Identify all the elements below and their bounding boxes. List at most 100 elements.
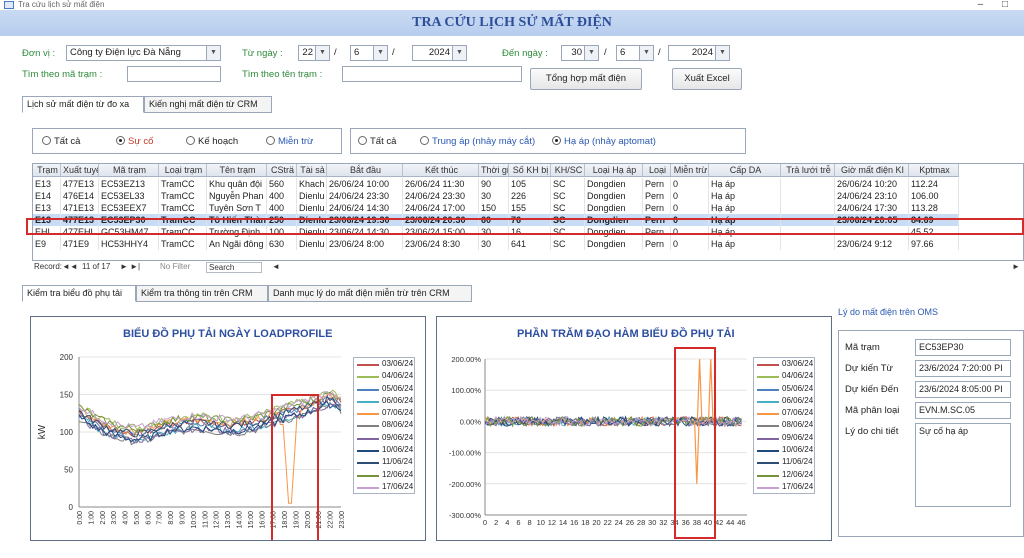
column-header[interactable]: Giờ mất điện KI — [835, 164, 909, 176]
legend-item: 04/06/24 — [754, 370, 814, 382]
from-month-select[interactable]: 6 ▼ — [350, 45, 388, 61]
table-cell: Khu quân đội — [207, 178, 267, 190]
table-row[interactable]: E9 471E9 HC53HHY4 TramCC An Ngãi đông 630 Dien… — [33, 238, 959, 250]
oms-detail-value[interactable]: Sự cố hạ áp — [915, 423, 1011, 507]
app-icon — [4, 1, 14, 9]
to-year-select[interactable]: 2024 ▼ — [668, 45, 730, 61]
column-header[interactable]: KH/SC — [551, 164, 585, 176]
column-header[interactable]: Trạm — [33, 164, 61, 176]
column-header[interactable]: Tài sả — [297, 164, 327, 176]
column-header[interactable]: Loại — [643, 164, 671, 176]
column-header[interactable]: Cấp DA — [709, 164, 781, 176]
chevron-down-icon[interactable]: ▼ — [373, 46, 387, 60]
radio-circle[interactable] — [116, 136, 125, 145]
radio-all-type[interactable]: Tất cả — [42, 136, 80, 147]
column-header[interactable]: Loại trạm — [159, 164, 207, 176]
column-header[interactable]: Trả lưới trễ — [781, 164, 835, 176]
unit-select[interactable]: Công ty Điện lực Đà Nẵng ▼ — [66, 45, 221, 61]
y-tick-label: 150 — [60, 391, 74, 400]
radio-circle[interactable] — [420, 136, 429, 145]
table-row[interactable]: E14 476E14 EC53EL33 TramCC Nguyễn Phan 400 Die… — [33, 190, 959, 202]
table-cell: 471E13 — [61, 202, 99, 214]
column-header[interactable]: Mã trạm — [99, 164, 159, 176]
column-header[interactable]: Loại Hạ áp — [585, 164, 643, 176]
column-header[interactable]: Miễn trừ — [671, 164, 709, 176]
scroll-left-icon[interactable]: ◄ — [272, 262, 280, 271]
x-tick-label: 12 — [548, 518, 556, 527]
column-header[interactable]: Xuất tuyế — [61, 164, 99, 176]
chevron-down-icon[interactable]: ▼ — [315, 46, 329, 60]
export-excel-button[interactable]: Xuất Excel — [672, 68, 742, 90]
chevron-down-icon[interactable]: ▼ — [715, 46, 729, 60]
radio-exempt[interactable]: Miễn trừ — [266, 136, 313, 147]
table-row[interactable]: E13 477E13 EC53EZ13 TramCC Khu quân đội 560 Kh… — [33, 178, 959, 190]
radio-circle[interactable] — [186, 136, 195, 145]
legend-label: 11/06/24 — [382, 457, 413, 467]
to-month-select[interactable]: 6 ▼ — [616, 45, 654, 61]
summary-button[interactable]: Tổng hợp mất điện — [530, 68, 642, 90]
from-month-value: 6 — [354, 47, 360, 58]
oms-station-value[interactable]: EC53EP30 — [915, 339, 1011, 356]
legend-label: 07/06/24 — [382, 408, 414, 418]
table-cell: Khach — [297, 178, 327, 190]
window-controls[interactable]: – □ — [978, 0, 1016, 10]
column-header[interactable]: CSträ — [267, 164, 297, 176]
tab-crm-proposal[interactable]: Kiến nghị mất điện từ CRM — [144, 96, 272, 113]
search-code-input[interactable] — [127, 66, 221, 82]
column-header[interactable]: Bắt đầu — [327, 164, 403, 176]
tab-crm-info[interactable]: Kiểm tra thông tin trên CRM — [136, 285, 268, 302]
next-record-icon[interactable]: ► ►| — [120, 262, 140, 271]
column-header[interactable]: Kptmax — [909, 164, 959, 176]
table-row[interactable]: E13 471E13 EC53EEX7 TramCC Tuyên Sơn T 400 Die… — [33, 202, 959, 214]
radio-incident[interactable]: Sự cố — [116, 136, 153, 147]
radio-circle[interactable] — [266, 136, 275, 145]
table-cell: Dienlu — [297, 190, 327, 202]
legend-label: 07/06/24 — [782, 408, 814, 418]
radio-circle[interactable] — [42, 136, 51, 145]
to-day-select[interactable]: 30 ▼ — [561, 45, 599, 61]
chevron-down-icon[interactable]: ▼ — [452, 46, 466, 60]
from-day-select[interactable]: 22 ▼ — [298, 45, 330, 61]
record-position[interactable]: 11 of 17 — [82, 262, 110, 271]
oms-station-label: Mã trạm — [845, 342, 880, 353]
oms-from-value[interactable]: 23/6/2024 7:20:00 PI — [915, 360, 1011, 377]
radio-circle[interactable] — [358, 136, 367, 145]
tab-history-remote[interactable]: Lịch sử mất điện từ đo xa — [22, 96, 144, 113]
oms-to-value[interactable]: 23/6/2024 8:05:00 PI — [915, 381, 1011, 398]
oms-to-label: Dự kiến Đến — [845, 384, 899, 395]
table-cell: E13 — [33, 178, 61, 190]
legend-item: 10/06/24 — [754, 444, 814, 456]
from-year-select[interactable]: 2024 ▼ — [412, 45, 467, 61]
chevron-down-icon[interactable]: ▼ — [206, 46, 220, 60]
filter-status[interactable]: No Filter — [160, 262, 190, 271]
scroll-right-icon[interactable]: ► — [1012, 262, 1020, 271]
search-name-input[interactable] — [342, 66, 522, 82]
table-cell: E13 — [33, 202, 61, 214]
chevron-down-icon[interactable]: ▼ — [584, 46, 598, 60]
column-header[interactable]: Tên trạm — [207, 164, 267, 176]
column-header[interactable]: Kết thúc — [403, 164, 479, 176]
table-cell: 641 — [509, 238, 551, 250]
radio-circle[interactable] — [552, 136, 561, 145]
from-year-value: 2024 — [428, 47, 450, 58]
table-cell: 24/06/24 17:30 — [835, 202, 909, 214]
table-cell: 471E9 — [61, 238, 99, 250]
legend-item: 12/06/24 — [754, 469, 814, 481]
oms-class-value[interactable]: EVN.M.SC.05 — [915, 402, 1011, 419]
table-cell: 23/06/24 8:00 — [327, 238, 403, 250]
tab-exempt-reasons[interactable]: Danh mục lý do mất điện miễn trừ trên CR… — [268, 285, 472, 302]
first-record-icon[interactable]: ◄◄ — [62, 262, 78, 271]
radio-planned[interactable]: Kế hoạch — [186, 136, 238, 147]
column-header[interactable]: Thời gi — [479, 164, 509, 176]
table-cell — [781, 238, 835, 250]
column-header[interactable]: Số KH bị — [509, 164, 551, 176]
record-search-input[interactable]: Search — [206, 262, 262, 273]
table-cell: E9 — [33, 238, 61, 250]
radio-low-voltage[interactable]: Hạ áp (nhảy aptomat) — [552, 136, 656, 147]
x-tick-label: 22 — [603, 518, 611, 527]
tab-load-chart[interactable]: Kiểm tra biểu đồ phụ tải — [22, 285, 136, 302]
chevron-down-icon[interactable]: ▼ — [639, 46, 653, 60]
radio-all-voltage[interactable]: Tất cả — [358, 136, 396, 147]
voltage-level-filter — [350, 128, 746, 154]
radio-medium-voltage[interactable]: Trung áp (nhảy máy cắt) — [420, 136, 535, 147]
